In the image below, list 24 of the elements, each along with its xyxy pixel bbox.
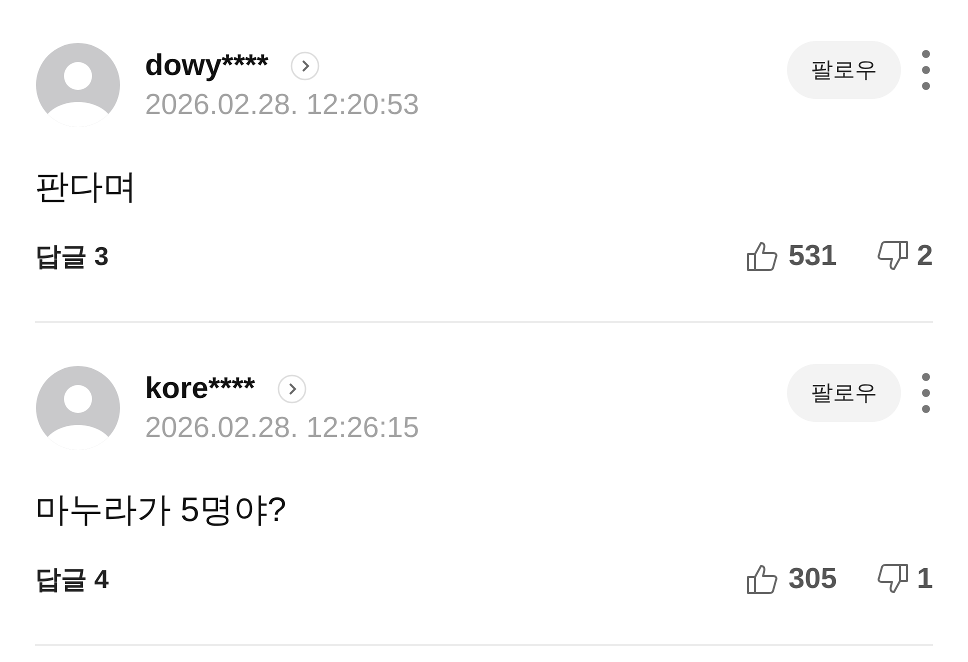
more-icon[interactable] — [919, 371, 933, 415]
comment-text: 마누라가 5명야? — [35, 490, 288, 531]
comment-date: 2026.02.28. 12:20:53 — [145, 88, 420, 122]
replies-link[interactable]: 답글 4 — [35, 562, 746, 596]
like-count: 305 — [788, 562, 837, 596]
avatar-icon — [35, 365, 121, 451]
thumbs-down-icon[interactable] — [874, 562, 909, 596]
comment-text: 판다며 — [35, 167, 138, 208]
more-icon[interactable] — [919, 48, 933, 92]
dislike-count: 1 — [916, 562, 933, 596]
chevron-icon[interactable] — [290, 50, 320, 80]
like-count: 531 — [788, 240, 837, 272]
comment-date: 2026.02.28. 12:26:15 — [145, 412, 420, 444]
replies-link[interactable]: 답글 3 — [35, 238, 746, 274]
chevron-icon[interactable] — [277, 374, 308, 404]
follow-button[interactable]: 팔로우 — [787, 41, 901, 99]
avatar-icon — [35, 42, 121, 128]
dislike-count: 2 — [916, 240, 933, 272]
thumbs-up-icon[interactable] — [746, 562, 780, 596]
follow-button[interactable]: 팔로우 — [787, 364, 901, 422]
thumbs-up-icon[interactable] — [746, 239, 780, 273]
thumbs-down-icon[interactable] — [874, 239, 909, 273]
username[interactable]: kore**** — [145, 372, 256, 406]
username[interactable]: dowy**** — [145, 48, 268, 82]
